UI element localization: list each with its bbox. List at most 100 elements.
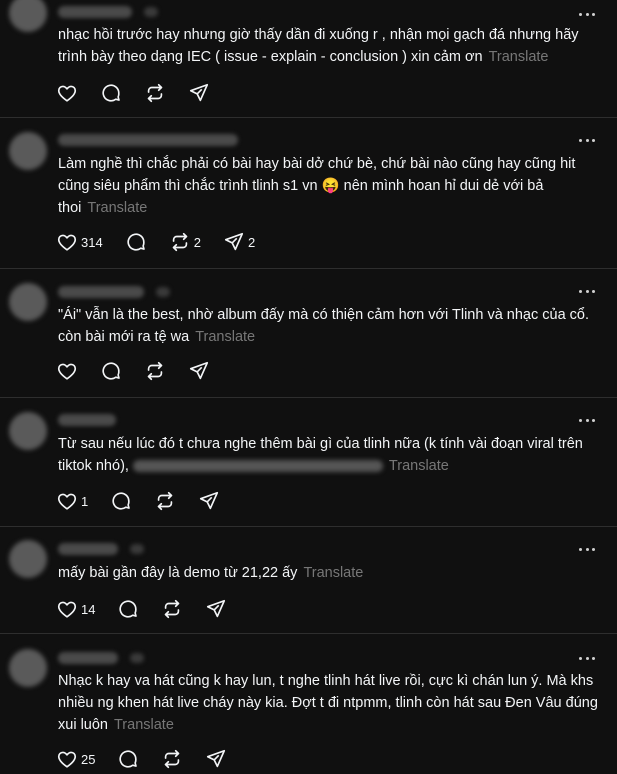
timestamp xyxy=(130,653,144,663)
username[interactable] xyxy=(58,286,144,298)
post-text: "Ái" vẫn là the best, nhờ album đấy mà c… xyxy=(58,304,598,348)
heart-icon xyxy=(57,751,77,768)
share-button[interactable] xyxy=(198,490,220,512)
translate-link[interactable]: Translate xyxy=(87,200,147,216)
repost-icon xyxy=(147,361,163,381)
reply-post: mấy bài gần đây là demo từ 21,22 ấy Trans… xyxy=(0,527,617,634)
heart-icon xyxy=(57,85,77,102)
reply-button[interactable] xyxy=(100,360,122,382)
comment-icon xyxy=(127,233,145,251)
more-options-button[interactable] xyxy=(579,541,595,557)
more-options-button[interactable] xyxy=(579,412,595,428)
like-count: 14 xyxy=(81,601,96,617)
username[interactable] xyxy=(58,414,116,426)
username[interactable] xyxy=(58,652,118,664)
username[interactable] xyxy=(58,6,132,18)
action-bar xyxy=(56,359,232,383)
action-bar: 25 xyxy=(56,747,249,771)
more-options-button[interactable] xyxy=(579,6,595,22)
avatar[interactable] xyxy=(9,540,47,578)
like-button[interactable] xyxy=(56,360,78,382)
translate-link[interactable]: Translate xyxy=(303,565,363,581)
repost-icon xyxy=(165,749,180,769)
like-button[interactable]: 14 xyxy=(56,598,95,620)
send-icon xyxy=(207,599,226,618)
reply-post: nhạc hồi trước hay nhưng giờ thấy dần đi… xyxy=(0,0,617,118)
repost-button[interactable]: 2 xyxy=(169,231,201,253)
repost-button[interactable] xyxy=(161,598,183,620)
like-button[interactable]: 1 xyxy=(56,490,88,512)
repost-icon xyxy=(165,599,180,619)
reply-post: Làm nghề thì chắc phải có bài hay bài dở… xyxy=(0,118,617,269)
comment-icon xyxy=(102,84,120,102)
reply-button[interactable] xyxy=(110,490,132,512)
comment-icon xyxy=(112,492,131,510)
more-options-button[interactable] xyxy=(579,132,595,148)
share-button[interactable] xyxy=(188,360,210,382)
avatar[interactable] xyxy=(9,649,47,687)
comment-icon xyxy=(102,362,120,380)
repost-button[interactable] xyxy=(144,360,166,382)
reply-post: Nhạc k hay va hát cũng k hay lun, t nghe… xyxy=(0,634,617,774)
like-count: 314 xyxy=(81,234,103,250)
like-button[interactable]: 25 xyxy=(56,748,95,770)
reply-post: "Ái" vẫn là the best, nhờ album đấy mà c… xyxy=(0,269,617,398)
repost-button[interactable] xyxy=(144,82,166,104)
reply-button[interactable] xyxy=(125,231,147,253)
post-body: "Ái" vẫn là the best, nhờ album đấy mà c… xyxy=(58,307,590,345)
avatar[interactable] xyxy=(9,412,47,450)
post-text: Làm nghề thì chắc phải có bài hay bài dở… xyxy=(58,153,598,219)
send-icon xyxy=(189,361,209,380)
action-bar xyxy=(56,81,232,105)
repost-icon xyxy=(147,83,163,103)
more-options-button[interactable] xyxy=(579,650,595,666)
send-icon xyxy=(200,491,219,510)
comment-icon xyxy=(119,600,138,618)
share-button[interactable] xyxy=(205,598,227,620)
repost-button[interactable] xyxy=(154,490,176,512)
reply-button[interactable] xyxy=(117,748,139,770)
more-options-button[interactable] xyxy=(579,283,595,299)
timestamp xyxy=(130,544,144,554)
heart-icon xyxy=(57,493,77,510)
post-body: mấy bài gần đây là demo từ 21,22 ấy xyxy=(58,565,298,581)
heart-icon xyxy=(57,363,77,380)
action-bar: 14 xyxy=(56,597,249,621)
avatar[interactable] xyxy=(9,0,47,32)
share-button[interactable] xyxy=(205,748,227,770)
repost-count: 2 xyxy=(193,234,201,250)
reply-button[interactable] xyxy=(117,598,139,620)
repost-icon xyxy=(172,232,187,252)
share-button[interactable] xyxy=(188,82,210,104)
share-button[interactable]: 2 xyxy=(223,231,255,253)
reply-button[interactable] xyxy=(100,82,122,104)
repost-icon xyxy=(157,491,173,511)
translate-link[interactable]: Translate xyxy=(489,49,549,65)
like-button[interactable]: 314 xyxy=(56,231,103,253)
like-button[interactable] xyxy=(56,82,78,104)
translate-link[interactable]: Translate xyxy=(195,329,255,345)
timestamp xyxy=(144,7,158,17)
translate-link[interactable]: Translate xyxy=(389,458,449,474)
send-icon xyxy=(224,232,244,251)
post-text: mấy bài gần đây là demo từ 21,22 ấy Trans… xyxy=(58,562,598,584)
heart-icon xyxy=(57,234,77,251)
avatar[interactable] xyxy=(9,283,47,321)
username[interactable] xyxy=(58,543,118,555)
translate-link[interactable]: Translate xyxy=(114,717,174,733)
send-icon xyxy=(189,83,209,102)
reply-post: Từ sau nếu lúc đó t chưa nghe thêm bài g… xyxy=(0,398,617,527)
timestamp xyxy=(156,287,170,297)
action-bar: 1 xyxy=(56,489,242,513)
blurred-text xyxy=(132,460,383,473)
post-text: nhạc hồi trước hay nhưng giờ thấy dần đi… xyxy=(58,24,598,68)
share-count: 2 xyxy=(247,234,256,250)
like-count: 1 xyxy=(81,493,89,509)
post-text: Nhạc k hay va hát cũng k hay lun, t nghe… xyxy=(58,670,598,736)
action-bar: 314 2 2 xyxy=(56,230,277,254)
username[interactable] xyxy=(58,134,238,146)
avatar[interactable] xyxy=(9,132,47,170)
repost-button[interactable] xyxy=(161,748,183,770)
thread-feed: nhạc hồi trước hay nhưng giờ thấy dần đi… xyxy=(0,0,617,774)
send-icon xyxy=(207,749,226,768)
